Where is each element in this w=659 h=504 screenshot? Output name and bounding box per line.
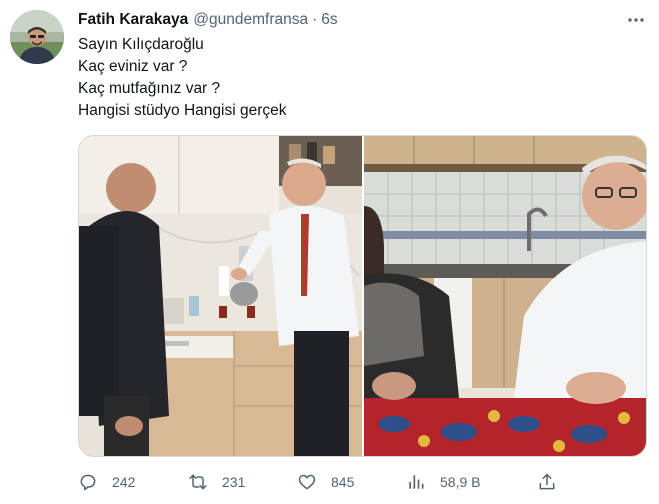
kitchen-photo-left[interactable] xyxy=(79,136,362,456)
views-button[interactable]: 58,9 B xyxy=(406,470,480,494)
tweet-media xyxy=(78,135,647,457)
tweet-text-line: Hangisi stüdyo Hangisi gerçek xyxy=(78,102,287,119)
retweet-icon xyxy=(189,474,207,490)
author-name[interactable]: Fatih Karakaya xyxy=(78,11,188,29)
tweet-text-line: Sayın Kılıçdaroğlu xyxy=(78,36,204,53)
separator-dot: · xyxy=(312,11,318,28)
retweet-button[interactable]: 231 xyxy=(188,470,245,494)
retweet-count: 231 xyxy=(222,474,246,490)
tweet-text-line: Kaç mutfağınız var ? xyxy=(78,80,221,97)
tweet: Fatih Karakaya @gundemfransa · 6s Sayın … xyxy=(0,0,659,504)
avatar[interactable] xyxy=(10,10,64,64)
like-count: 845 xyxy=(331,474,355,490)
views-count: 58,9 B xyxy=(440,474,481,490)
more-icon xyxy=(628,18,644,22)
tweet-actions: 242 231 845 58,9 B xyxy=(78,470,558,494)
tweet-time[interactable]: 6s xyxy=(321,11,337,29)
heart-icon xyxy=(298,474,316,490)
author-handle[interactable]: @gundemfransa xyxy=(193,11,308,29)
kitchen-photo-right[interactable] xyxy=(364,136,646,456)
reply-button[interactable]: 242 xyxy=(78,470,135,494)
share-icon xyxy=(539,473,555,490)
share-button[interactable] xyxy=(535,470,559,494)
tweet-header: Fatih Karakaya @gundemfransa · 6s xyxy=(78,9,338,31)
reply-icon xyxy=(80,474,96,491)
like-button[interactable]: 845 xyxy=(297,470,354,494)
more-button[interactable] xyxy=(624,8,648,32)
tweet-text: Sayın Kılıçdaroğlu Kaç eviniz var ? Kaç … xyxy=(78,34,287,122)
views-icon xyxy=(409,475,424,489)
tweet-text-line: Kaç eviniz var ? xyxy=(78,58,188,75)
reply-count: 242 xyxy=(112,474,136,490)
